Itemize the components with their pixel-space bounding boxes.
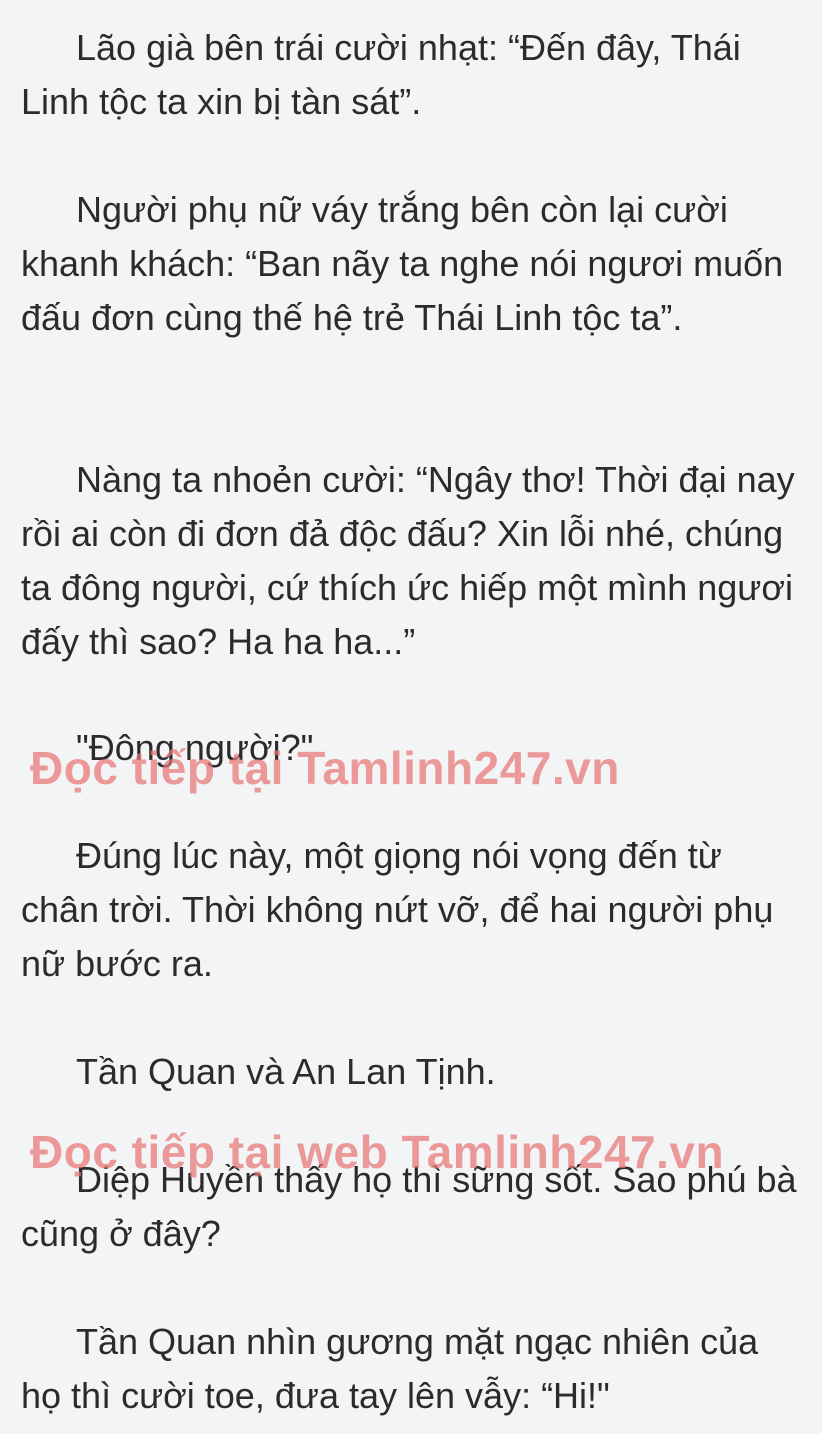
- paragraph-4: "Đông người?": [76, 727, 314, 768]
- paragraph-3: Nàng ta nhoẻn cười: “Ngây thơ! Thời đại …: [21, 459, 795, 662]
- reader-page: Lão già bên trái cười nhạt: “Đến đây, Th…: [0, 0, 822, 1434]
- paragraph-2: Người phụ nữ váy trắng bên còn lại cười …: [21, 189, 784, 338]
- paragraph-8: Tần Quan nhìn gương mặt ngạc nhiên của h…: [21, 1321, 759, 1416]
- paragraph-5: Đúng lúc này, một giọng nói vọng đến từ …: [21, 835, 774, 984]
- paragraph-6: Tần Quan và An Lan Tịnh.: [76, 1051, 496, 1092]
- paragraph-7: Diệp Huyền thấy họ thì sững sốt. Sao phú…: [21, 1159, 797, 1254]
- paragraph-1: Lão già bên trái cười nhạt: “Đến đây, Th…: [21, 27, 741, 122]
